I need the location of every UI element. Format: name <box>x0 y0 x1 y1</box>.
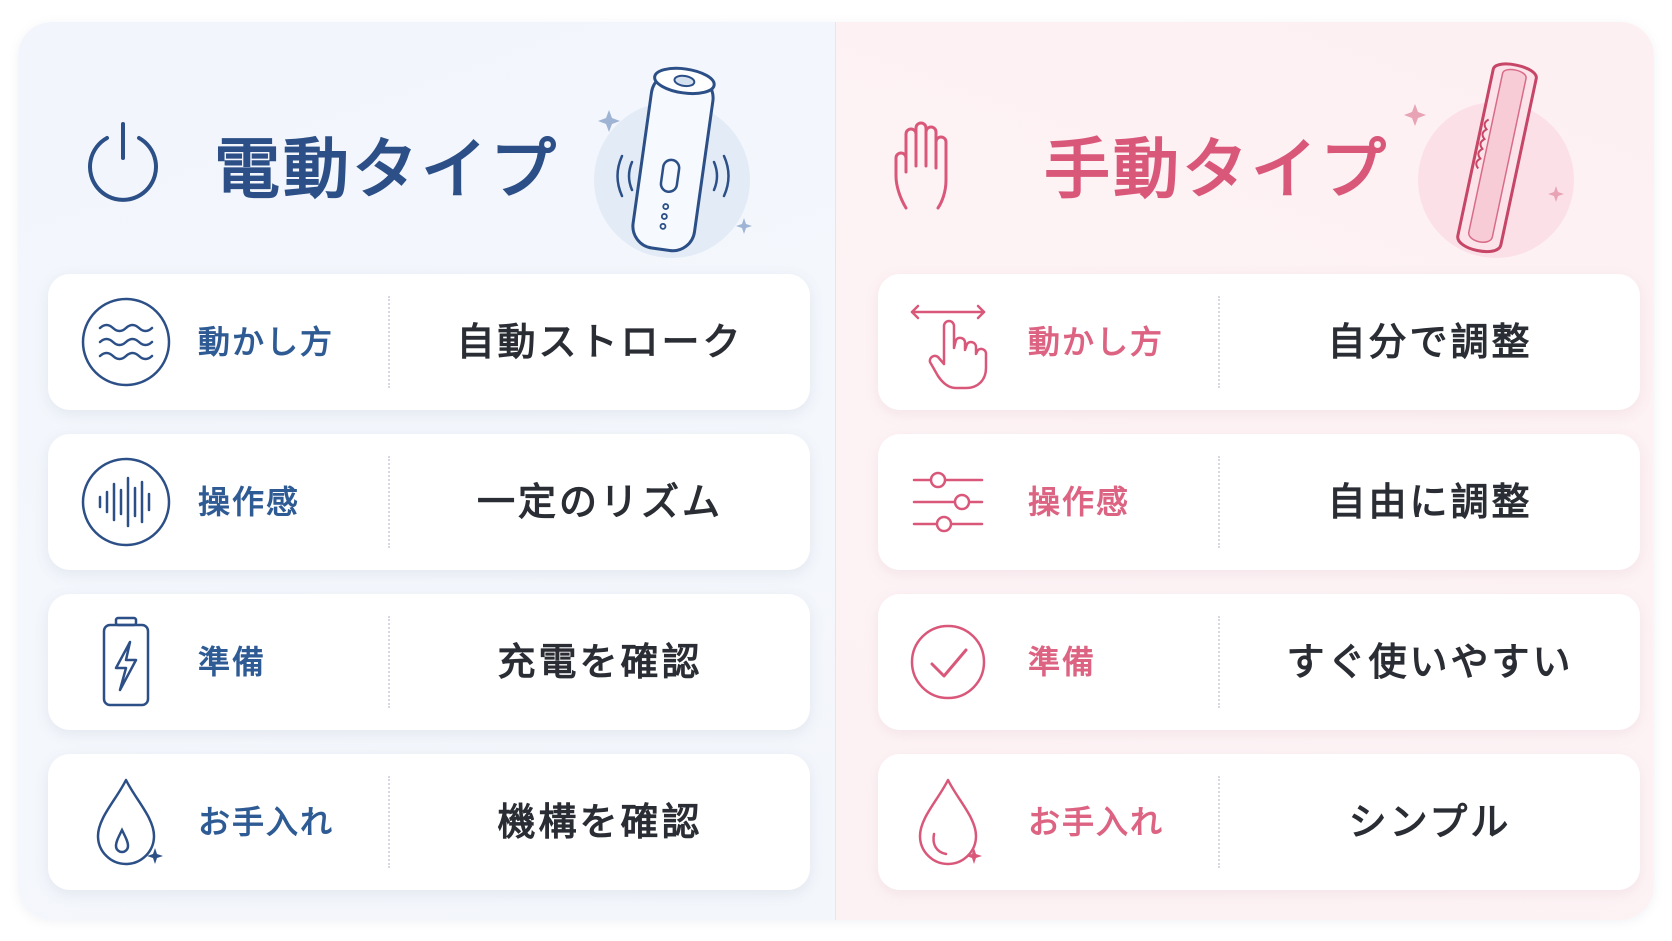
battery-charge-icon <box>76 612 176 712</box>
row-value: 自由に調整 <box>1327 480 1533 524</box>
page-title: 電動タイプ <box>214 131 559 208</box>
row-label: 準備 <box>1028 643 1097 681</box>
electric-rows: 動かし方 自動ストローク 操作感 一定のリズム 準備 充電を確認 お手入れ 機構… <box>48 274 810 914</box>
row-label: 動かし方 <box>1028 323 1165 361</box>
row-label: 操作感 <box>198 483 301 521</box>
list-item: お手入れ 機構を確認 <box>48 754 810 890</box>
manual-rows: 動かし方 自分で調整 操作感 自由に調整 準備 すぐ使いやすい お手入れ シンプ… <box>878 274 1640 914</box>
electric-stroker-device-icon <box>592 52 762 266</box>
list-item: 動かし方 自分で調整 <box>878 274 1640 410</box>
swipe-hand-icon <box>906 292 1006 392</box>
manual-header: 手動タイプ <box>836 22 1654 272</box>
row-label: 操作感 <box>1028 483 1131 521</box>
power-icon <box>82 120 164 206</box>
row-value: 機構を確認 <box>497 800 703 844</box>
hand-icon <box>890 120 966 216</box>
wave-lines-icon <box>76 292 176 392</box>
row-value: シンプル <box>1348 800 1512 844</box>
water-drop-icon <box>906 772 1006 872</box>
list-item: お手入れ シンプル <box>878 754 1640 890</box>
row-value: すぐ使いやすい <box>1286 640 1574 684</box>
row-label: 準備 <box>198 643 267 681</box>
electric-type-panel: 電動タイプ 動かし方 自動ストローク 操作感 一定のリズム 準備 充電を確認 お… <box>18 22 836 920</box>
manual-sleeve-device-icon <box>1396 52 1576 266</box>
row-label: 動かし方 <box>198 323 335 361</box>
row-label: お手入れ <box>198 803 335 841</box>
electric-header: 電動タイプ <box>18 22 836 272</box>
row-value: 一定のリズム <box>476 480 723 524</box>
row-value: 自動ストローク <box>456 320 744 364</box>
page-title: 手動タイプ <box>1044 131 1389 208</box>
comparison-card: 電動タイプ 動かし方 自動ストローク 操作感 一定のリズム 準備 充電を確認 お… <box>18 22 1654 920</box>
check-circle-icon <box>906 612 1006 712</box>
row-label: お手入れ <box>1028 803 1165 841</box>
row-value: 自分で調整 <box>1327 320 1533 364</box>
list-item: 操作感 自由に調整 <box>878 434 1640 570</box>
list-item: 準備 充電を確認 <box>48 594 810 730</box>
manual-type-panel: 手動タイプ 動かし方 自分で調整 操作感 自由に調整 準備 すぐ使いやすい お手… <box>836 22 1654 920</box>
list-item: 動かし方 自動ストローク <box>48 274 810 410</box>
list-item: 準備 すぐ使いやすい <box>878 594 1640 730</box>
sliders-icon <box>906 452 1006 552</box>
list-item: 操作感 一定のリズム <box>48 434 810 570</box>
row-value: 充電を確認 <box>497 640 703 684</box>
water-drop-icon <box>76 772 176 872</box>
sound-wave-icon <box>76 452 176 552</box>
